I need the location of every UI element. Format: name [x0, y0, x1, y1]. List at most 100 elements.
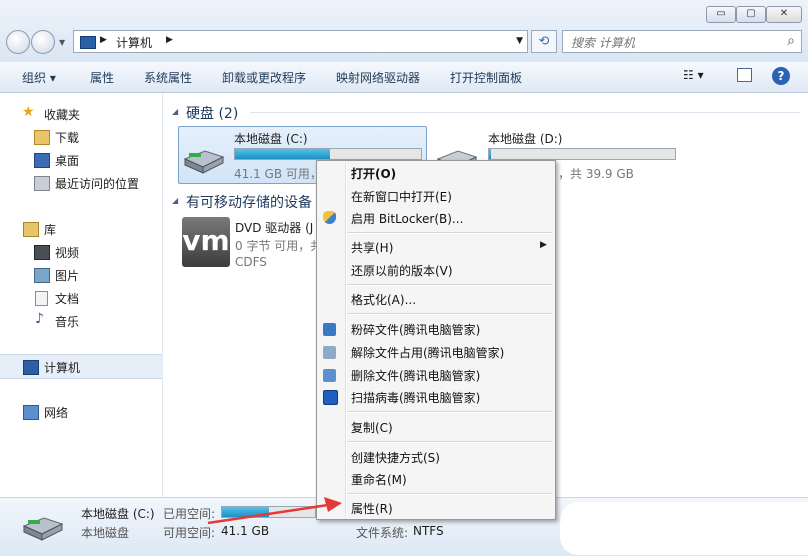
submenu-arrow-icon: ▶ — [540, 240, 547, 250]
uninstall-button[interactable]: 卸载或更改程序 — [222, 69, 306, 86]
menu-item-bitlocker[interactable]: 启用 BitLocker(B)... — [351, 210, 463, 227]
close-button[interactable]: ✕ — [766, 6, 802, 23]
nav-label: 库 — [44, 223, 57, 237]
network-icon — [23, 405, 39, 420]
refresh-button[interactable]: ⟲ — [531, 30, 557, 53]
menu-item-open-new-window[interactable]: 在新窗口中打开(E) — [351, 188, 452, 205]
map-drive-button[interactable]: 映射网络驱动器 — [336, 69, 420, 86]
nav-label: 文档 — [55, 292, 80, 306]
drive-c-name: 本地磁盘 (C:) — [234, 132, 308, 146]
delete-file-icon — [323, 369, 336, 382]
menu-separator — [347, 493, 552, 495]
menu-item-scan[interactable]: 扫描病毒(腾讯电脑管家) — [351, 389, 480, 406]
maximize-button[interactable]: ▢ — [736, 6, 766, 23]
system-properties-button[interactable]: 系统属性 — [144, 69, 192, 86]
menu-item-delete[interactable]: 删除文件(腾讯电脑管家) — [351, 367, 480, 384]
drive-d-usage-bar — [488, 148, 676, 160]
nav-label: 音乐 — [55, 315, 80, 329]
hard-drive-icon — [22, 517, 64, 541]
menu-item-open[interactable]: 打开(O) — [351, 165, 396, 182]
search-icon[interactable]: ⌕ — [787, 33, 795, 49]
star-icon: ★ — [22, 104, 35, 120]
organize-button[interactable]: 组织 ▾ — [22, 69, 56, 86]
drive-c-usage-bar — [234, 148, 422, 160]
shield-icon — [323, 211, 336, 224]
menu-item-format[interactable]: 格式化(A)... — [351, 291, 416, 308]
search-box[interactable]: ⌕ — [562, 30, 802, 53]
group-header-removable[interactable]: 有可移动存储的设备 — [186, 192, 312, 212]
search-input[interactable] — [569, 32, 773, 53]
menu-item-share[interactable]: 共享(H) — [351, 239, 393, 256]
hard-drive-icon — [183, 150, 225, 174]
dvd-free-text: 0 字节 可用，共 — [235, 239, 323, 253]
menu-item-rename[interactable]: 重命名(M) — [351, 471, 407, 488]
pictures-icon — [34, 268, 50, 283]
nav-videos[interactable]: 视频 — [0, 242, 162, 262]
menu-item-copy[interactable]: 复制(C) — [351, 419, 393, 436]
menu-item-unlock[interactable]: 解除文件占用(腾讯电脑管家) — [351, 344, 504, 361]
drive-c-free-text: 41.1 GB 可用， — [234, 167, 322, 181]
minimize-icon: ▭ — [716, 8, 726, 19]
breadcrumb-computer[interactable]: 计算机 — [116, 34, 152, 51]
history-dropdown-icon[interactable]: ▼ — [59, 38, 65, 47]
menu-item-shred[interactable]: 粉碎文件(腾讯电脑管家) — [351, 321, 480, 338]
nav-label: 下载 — [55, 131, 80, 145]
drive-d-free-text: ，共 39.9 GB — [558, 167, 634, 181]
dvd-drive-name[interactable]: DVD 驱动器 (J — [235, 219, 313, 236]
desktop-icon — [34, 153, 50, 168]
minimize-button[interactable]: ▭ — [706, 6, 736, 23]
nav-label: 图片 — [55, 269, 80, 283]
preview-pane-icon[interactable] — [737, 68, 752, 82]
group-header-hard-disks[interactable]: 硬盘 (2) — [186, 103, 238, 123]
menu-item-properties[interactable]: 属性(R) — [351, 500, 393, 517]
status-drive-name: 本地磁盘 (C:) — [81, 507, 155, 521]
nav-label: 收藏夹 — [44, 108, 81, 122]
nav-label: 最近访问的位置 — [55, 177, 140, 191]
close-icon: ✕ — [779, 8, 789, 19]
occluding-shape — [560, 502, 808, 555]
downloads-folder-icon — [34, 130, 50, 145]
help-icon[interactable]: ? — [772, 67, 790, 85]
change-view-icon[interactable]: ☷ ▾ — [683, 68, 704, 82]
menu-item-create-shortcut[interactable]: 创建快捷方式(S) — [351, 449, 440, 466]
music-icon: ♪ — [35, 311, 44, 327]
collapse-group-icon[interactable]: ◢ — [172, 107, 178, 116]
drive-d-name[interactable]: 本地磁盘 (D:) — [488, 130, 562, 147]
drive-c-usage-fill — [235, 149, 330, 159]
shred-icon — [323, 323, 336, 336]
forward-button[interactable] — [31, 30, 55, 54]
status-fs-value: NTFS — [413, 524, 444, 538]
recent-places-icon — [34, 176, 50, 191]
address-dropdown-icon[interactable]: ▼ — [516, 36, 523, 46]
menu-separator — [347, 232, 552, 234]
address-bar[interactable]: ▶ 计算机 ▶ ▼ — [73, 30, 528, 53]
properties-button[interactable]: 属性 — [90, 69, 114, 86]
nav-libraries[interactable]: 库 — [0, 219, 162, 239]
menu-separator — [347, 284, 552, 286]
nav-network[interactable]: 网络 — [0, 402, 162, 422]
status-drive-type: 本地磁盘 — [81, 526, 130, 540]
drive-d-usage-fill — [489, 149, 491, 159]
menu-separator — [347, 441, 552, 443]
nav-desktop[interactable]: 桌面 — [0, 150, 162, 170]
nav-label: 网络 — [44, 406, 69, 420]
nav-label: 桌面 — [55, 154, 80, 168]
breadcrumb-arrow-icon[interactable]: ▶ — [166, 35, 173, 45]
dvd-filesystem: CDFS — [235, 255, 267, 269]
nav-favorites[interactable]: ★ 收藏夹 — [0, 104, 162, 124]
nav-computer[interactable]: 计算机 — [0, 357, 162, 377]
maximize-icon: ▢ — [746, 8, 756, 19]
breadcrumb-arrow-icon[interactable]: ▶ — [100, 35, 107, 45]
back-button[interactable] — [6, 30, 30, 54]
nav-music[interactable]: ♪ 音乐 — [0, 311, 162, 331]
nav-recent[interactable]: 最近访问的位置 — [0, 173, 162, 193]
menu-gutter — [345, 163, 347, 517]
computer-icon — [80, 36, 96, 49]
menu-item-restore[interactable]: 还原以前的版本(V) — [351, 262, 453, 279]
libraries-icon — [23, 222, 39, 237]
nav-downloads[interactable]: 下载 — [0, 127, 162, 147]
collapse-group-icon[interactable]: ◢ — [172, 196, 178, 205]
nav-documents[interactable]: 文档 — [0, 288, 162, 308]
nav-pictures[interactable]: 图片 — [0, 265, 162, 285]
control-panel-button[interactable]: 打开控制面板 — [450, 69, 522, 86]
